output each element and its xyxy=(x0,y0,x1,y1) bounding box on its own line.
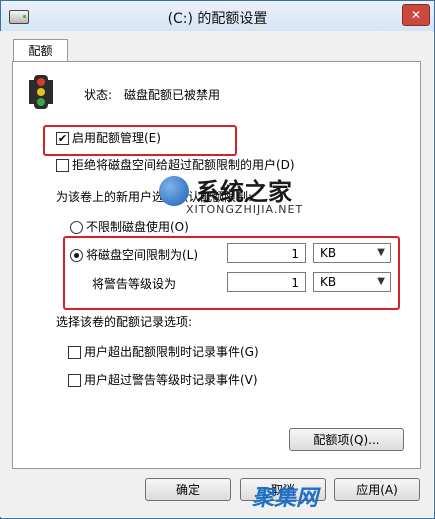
status-value: 磁盘配额已被禁用 xyxy=(124,88,221,102)
limit-value-field[interactable]: 1 xyxy=(227,243,306,263)
limit-space-label: 将磁盘空间限制为(L) xyxy=(86,248,199,262)
watermark-globe-icon xyxy=(159,176,189,206)
green-light xyxy=(37,98,45,106)
status-label: 状态: xyxy=(84,88,113,102)
warning-level-label: 将警告等级设为 xyxy=(92,277,177,291)
tab-quota[interactable]: 配额 xyxy=(13,39,68,62)
red-light xyxy=(37,78,45,86)
highlight-enable-quota xyxy=(43,125,237,156)
log-over-warning-label: 用户超过警告等级时记录事件(V) xyxy=(84,373,258,387)
log-over-limit-label: 用户超出配额限制时记录事件(G) xyxy=(84,345,259,359)
chevron-down-icon: ▼ xyxy=(377,247,385,258)
chevron-down-icon: ▼ xyxy=(377,276,385,287)
close-button[interactable]: ✕ xyxy=(402,4,430,26)
warning-unit-select[interactable]: KB ▼ xyxy=(313,272,391,292)
yellow-light xyxy=(37,88,45,96)
warning-value-field[interactable]: 1 xyxy=(227,272,306,292)
log-over-limit-checkbox[interactable] xyxy=(68,346,81,359)
limit-space-radio[interactable] xyxy=(70,249,83,262)
deny-space-label: 拒绝将磁盘空间给超过配额限制的用户(D) xyxy=(72,158,295,172)
watermark-bottom: 聚集网 xyxy=(252,486,319,511)
log-over-warning-checkbox[interactable] xyxy=(68,374,81,387)
quota-entries-button[interactable]: 配额项(Q)... xyxy=(289,428,404,451)
limit-unit-select[interactable]: KB ▼ xyxy=(313,243,391,263)
traffic-light-body xyxy=(34,75,48,109)
ok-button[interactable]: 确定 xyxy=(145,478,231,501)
log-options-heading: 选择该卷的配额记录选项: xyxy=(56,315,193,329)
watermark-url: XITONGZHIJIA.NET xyxy=(186,203,304,216)
window-title: (C:) 的配额设置 xyxy=(167,11,268,27)
no-limit-label: 不限制磁盘使用(O) xyxy=(86,220,189,234)
warning-unit-value: KB xyxy=(320,275,337,289)
deny-space-checkbox[interactable] xyxy=(56,159,69,172)
limit-unit-value: KB xyxy=(320,246,337,260)
watermark-title: 系统之家 xyxy=(196,178,292,206)
no-limit-radio[interactable] xyxy=(70,221,83,234)
apply-button[interactable]: 应用(A) xyxy=(334,478,420,501)
title-bar[interactable]: (C:) 的配额设置 ✕ xyxy=(1,1,434,32)
